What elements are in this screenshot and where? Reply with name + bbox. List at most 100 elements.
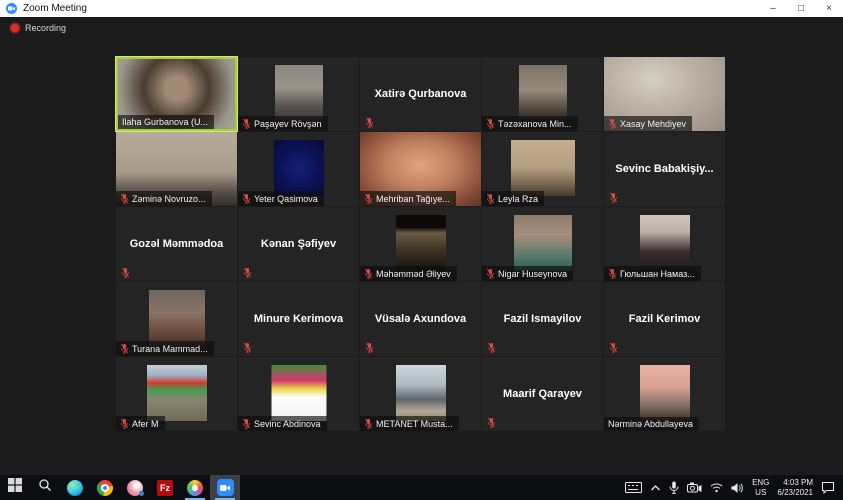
participant-name-badge: Afer M <box>116 416 165 431</box>
participant-tile[interactable]: Nigar Huseynova <box>482 207 603 281</box>
participant-name-label: Turana Mammad... <box>132 344 208 354</box>
muted-mic-icon <box>243 267 252 278</box>
action-center-icon[interactable] <box>821 481 835 494</box>
participant-tile[interactable]: Fazil Ismayilov <box>482 282 603 356</box>
participant-name-badge: Гюльшан Намаз... <box>604 266 701 281</box>
participant-tile[interactable]: Fazil Kerimov <box>604 282 725 356</box>
participant-video <box>275 65 323 121</box>
participant-center-name: Maarif Qarayev <box>482 357 603 431</box>
participant-tile[interactable]: Vüsalə Axundova <box>360 282 481 356</box>
participant-tile[interactable]: Mehriban Tağıye... <box>360 132 481 206</box>
language-indicator[interactable]: ENG US <box>752 478 769 498</box>
participant-tile[interactable]: Gozəl Məmmədoa <box>116 207 237 281</box>
taskbar-edge-button[interactable] <box>60 475 90 500</box>
participant-tile[interactable]: Leyla Rza <box>482 132 603 206</box>
participant-tile[interactable]: Yeter Qasimova <box>238 132 359 206</box>
participant-tile[interactable]: Təzəxanova Min... <box>482 57 603 131</box>
participant-center-name: Fazil Kerimov <box>604 282 725 356</box>
participant-name-badge: Nigar Huseynova <box>482 266 573 281</box>
participant-name-badge <box>238 340 256 356</box>
tray-chevron-up-icon[interactable] <box>650 484 661 492</box>
participant-tile[interactable]: Zəminə Novruzo... <box>116 132 237 206</box>
taskbar-photoscape-button[interactable] <box>180 475 210 500</box>
participant-name-badge: Turana Mammad... <box>116 341 214 356</box>
muted-mic-icon <box>242 418 251 429</box>
tray-network-icon[interactable] <box>710 482 723 493</box>
clock[interactable]: 4:03 PM 6/23/2021 <box>777 478 813 498</box>
participant-video <box>511 140 575 196</box>
tray-touch-keyboard-icon[interactable] <box>625 481 642 494</box>
muted-mic-icon <box>609 192 618 203</box>
participant-tile[interactable]: Kənan Şəfiyev <box>238 207 359 281</box>
filezilla-icon: Fz <box>157 480 173 496</box>
taskbar-filezilla-button[interactable]: Fz <box>150 475 180 500</box>
participant-tile[interactable]: Nərminə Abdullayeva <box>604 357 725 431</box>
participant-grid: Ilaha Gurbanova (U... Paşayev Rövşən Xat… <box>116 57 725 431</box>
language-top: ENG <box>752 478 769 488</box>
participant-name-label: Nərminə Abdullayeva <box>608 419 693 429</box>
recording-indicator: Recording <box>11 23 66 33</box>
minimize-button[interactable]: – <box>759 0 787 17</box>
muted-mic-icon <box>487 342 496 353</box>
pink-app-icon <box>127 480 143 496</box>
participant-tile[interactable]: Гюльшан Намаз... <box>604 207 725 281</box>
participant-video <box>396 215 446 271</box>
participant-tile[interactable]: Xasay Mehdiyev <box>604 57 725 131</box>
participant-tile[interactable]: Məhəmməd Əliyev <box>360 207 481 281</box>
start-button[interactable] <box>0 475 30 500</box>
participant-center-name: Vüsalə Axundova <box>360 282 481 356</box>
participant-name-label: Nigar Huseynova <box>498 269 567 279</box>
participant-name-badge: Xasay Mehdiyev <box>604 116 692 131</box>
muted-mic-icon <box>121 267 130 278</box>
muted-mic-icon <box>364 193 373 204</box>
edge-icon <box>67 480 83 496</box>
participant-video <box>640 365 690 421</box>
participant-video <box>274 140 324 196</box>
participant-name-badge: Təzəxanova Min... <box>482 116 578 131</box>
participant-tile[interactable]: Xatirə Qurbanova <box>360 57 481 131</box>
maximize-button[interactable]: □ <box>787 0 815 17</box>
participant-name-badge: Paşayev Rövşən <box>238 116 328 131</box>
participant-name-label: Afer M <box>132 419 159 429</box>
participant-name-badge: Məhəmməd Əliyev <box>360 266 457 281</box>
participant-tile[interactable]: Minure Kerimova <box>238 282 359 356</box>
participant-tile[interactable]: Maarif Qarayev <box>482 357 603 431</box>
participant-tile[interactable]: Ilaha Gurbanova (U... <box>116 57 237 131</box>
windows-logo-icon <box>8 478 22 497</box>
participant-name-badge: METANET Musta... <box>360 416 459 431</box>
participant-tile[interactable]: Sevinc Babakişiy... <box>604 132 725 206</box>
close-button[interactable]: × <box>815 0 843 17</box>
muted-mic-icon <box>364 268 373 279</box>
taskbar-chrome-button[interactable] <box>90 475 120 500</box>
participant-tile[interactable]: Paşayev Rövşən <box>238 57 359 131</box>
muted-mic-icon <box>243 342 252 353</box>
muted-mic-icon <box>486 193 495 204</box>
participant-tile[interactable]: METANET Musta... <box>360 357 481 431</box>
tray-microphone-icon[interactable] <box>669 481 679 494</box>
zoom-meeting-window: Zoom Meeting – □ × Recording Ilaha Gurba… <box>0 0 843 500</box>
taskbar-media-app-button[interactable] <box>120 475 150 500</box>
participant-center-name: Kənan Şəfiyev <box>238 207 359 281</box>
taskbar-zoom-button[interactable] <box>210 475 240 500</box>
search-icon <box>38 478 52 497</box>
recording-icon <box>11 24 19 32</box>
participant-name-label: Paşayev Rövşən <box>254 119 322 129</box>
participant-name-badge <box>604 190 622 206</box>
participant-video <box>640 215 690 271</box>
participant-name-badge: Mehriban Tağıye... <box>360 191 456 206</box>
participant-center-name: Xatirə Qurbanova <box>360 57 481 131</box>
participant-center-name: Sevinc Babakişiy... <box>604 132 725 206</box>
tray-volume-icon[interactable] <box>731 482 744 494</box>
chrome-icon <box>97 480 113 496</box>
muted-mic-icon <box>242 118 251 129</box>
recording-label: Recording <box>25 23 66 33</box>
participant-tile[interactable]: Sevinc Abdinova <box>238 357 359 431</box>
participant-tile[interactable]: Afer M <box>116 357 237 431</box>
taskbar-search-button[interactable] <box>30 475 60 500</box>
windows-taskbar: Fz <box>0 475 843 500</box>
participant-name-badge <box>116 265 134 281</box>
participant-tile[interactable]: Turana Mammad... <box>116 282 237 356</box>
muted-mic-icon <box>120 343 129 354</box>
muted-mic-icon <box>608 268 617 279</box>
tray-camera-icon[interactable] <box>687 482 702 493</box>
